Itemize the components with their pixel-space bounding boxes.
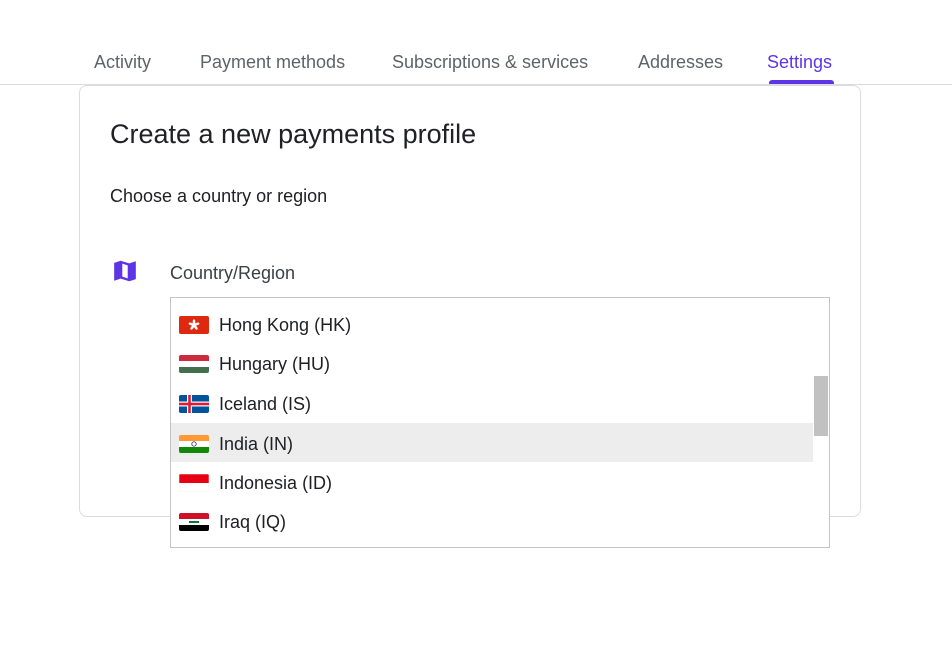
map-icon — [114, 260, 136, 282]
page-title: Create a new payments profile — [110, 119, 477, 149]
tab-bar: Activity Payment methods Subscriptions &… — [0, 0, 952, 85]
indonesia-flag-icon — [179, 474, 209, 492]
country-dropdown-list[interactable]: Hong Kong (HK) Hungary (HU) Iceland (IS) — [170, 297, 830, 548]
dropdown-scrollbar[interactable] — [813, 298, 829, 547]
section-subtitle: Choose a country or region — [110, 186, 328, 206]
tab-activity[interactable]: Activity — [94, 50, 151, 74]
list-item-india[interactable]: India (IN) — [171, 423, 815, 462]
hungary-flag-icon — [179, 355, 209, 373]
option-label: Iraq (IQ) — [219, 512, 287, 532]
iceland-flag-icon — [179, 395, 209, 413]
tab-settings[interactable]: Settings — [767, 50, 832, 74]
hong-kong-flag-icon — [179, 316, 209, 334]
option-label: Hong Kong (HK) — [219, 315, 352, 335]
iraq-flag-icon — [179, 513, 209, 531]
option-label: Iceland (IS) — [219, 394, 312, 414]
list-item-indonesia[interactable]: Indonesia (ID) — [171, 462, 815, 501]
list-item-iceland[interactable]: Iceland (IS) — [171, 383, 815, 422]
tab-addresses[interactable]: Addresses — [638, 50, 723, 74]
country-region-label: Country/Region — [170, 263, 296, 283]
scrollbar-thumb[interactable] — [814, 376, 828, 436]
option-label: India (IN) — [219, 434, 294, 454]
page: Activity Payment methods Subscriptions &… — [0, 0, 952, 672]
list-item-hungary[interactable]: Hungary (HU) — [171, 343, 815, 382]
india-flag-icon — [179, 435, 209, 453]
option-label: Hungary (HU) — [219, 354, 331, 374]
active-tab-indicator — [769, 80, 834, 84]
list-item-iraq[interactable]: Iraq (IQ) — [171, 501, 815, 540]
option-label: Indonesia (ID) — [219, 473, 333, 493]
tab-subscriptions-services[interactable]: Subscriptions & services — [392, 50, 588, 74]
tab-payment-methods[interactable]: Payment methods — [200, 50, 345, 74]
list-item-hong-kong[interactable]: Hong Kong (HK) — [171, 304, 815, 343]
